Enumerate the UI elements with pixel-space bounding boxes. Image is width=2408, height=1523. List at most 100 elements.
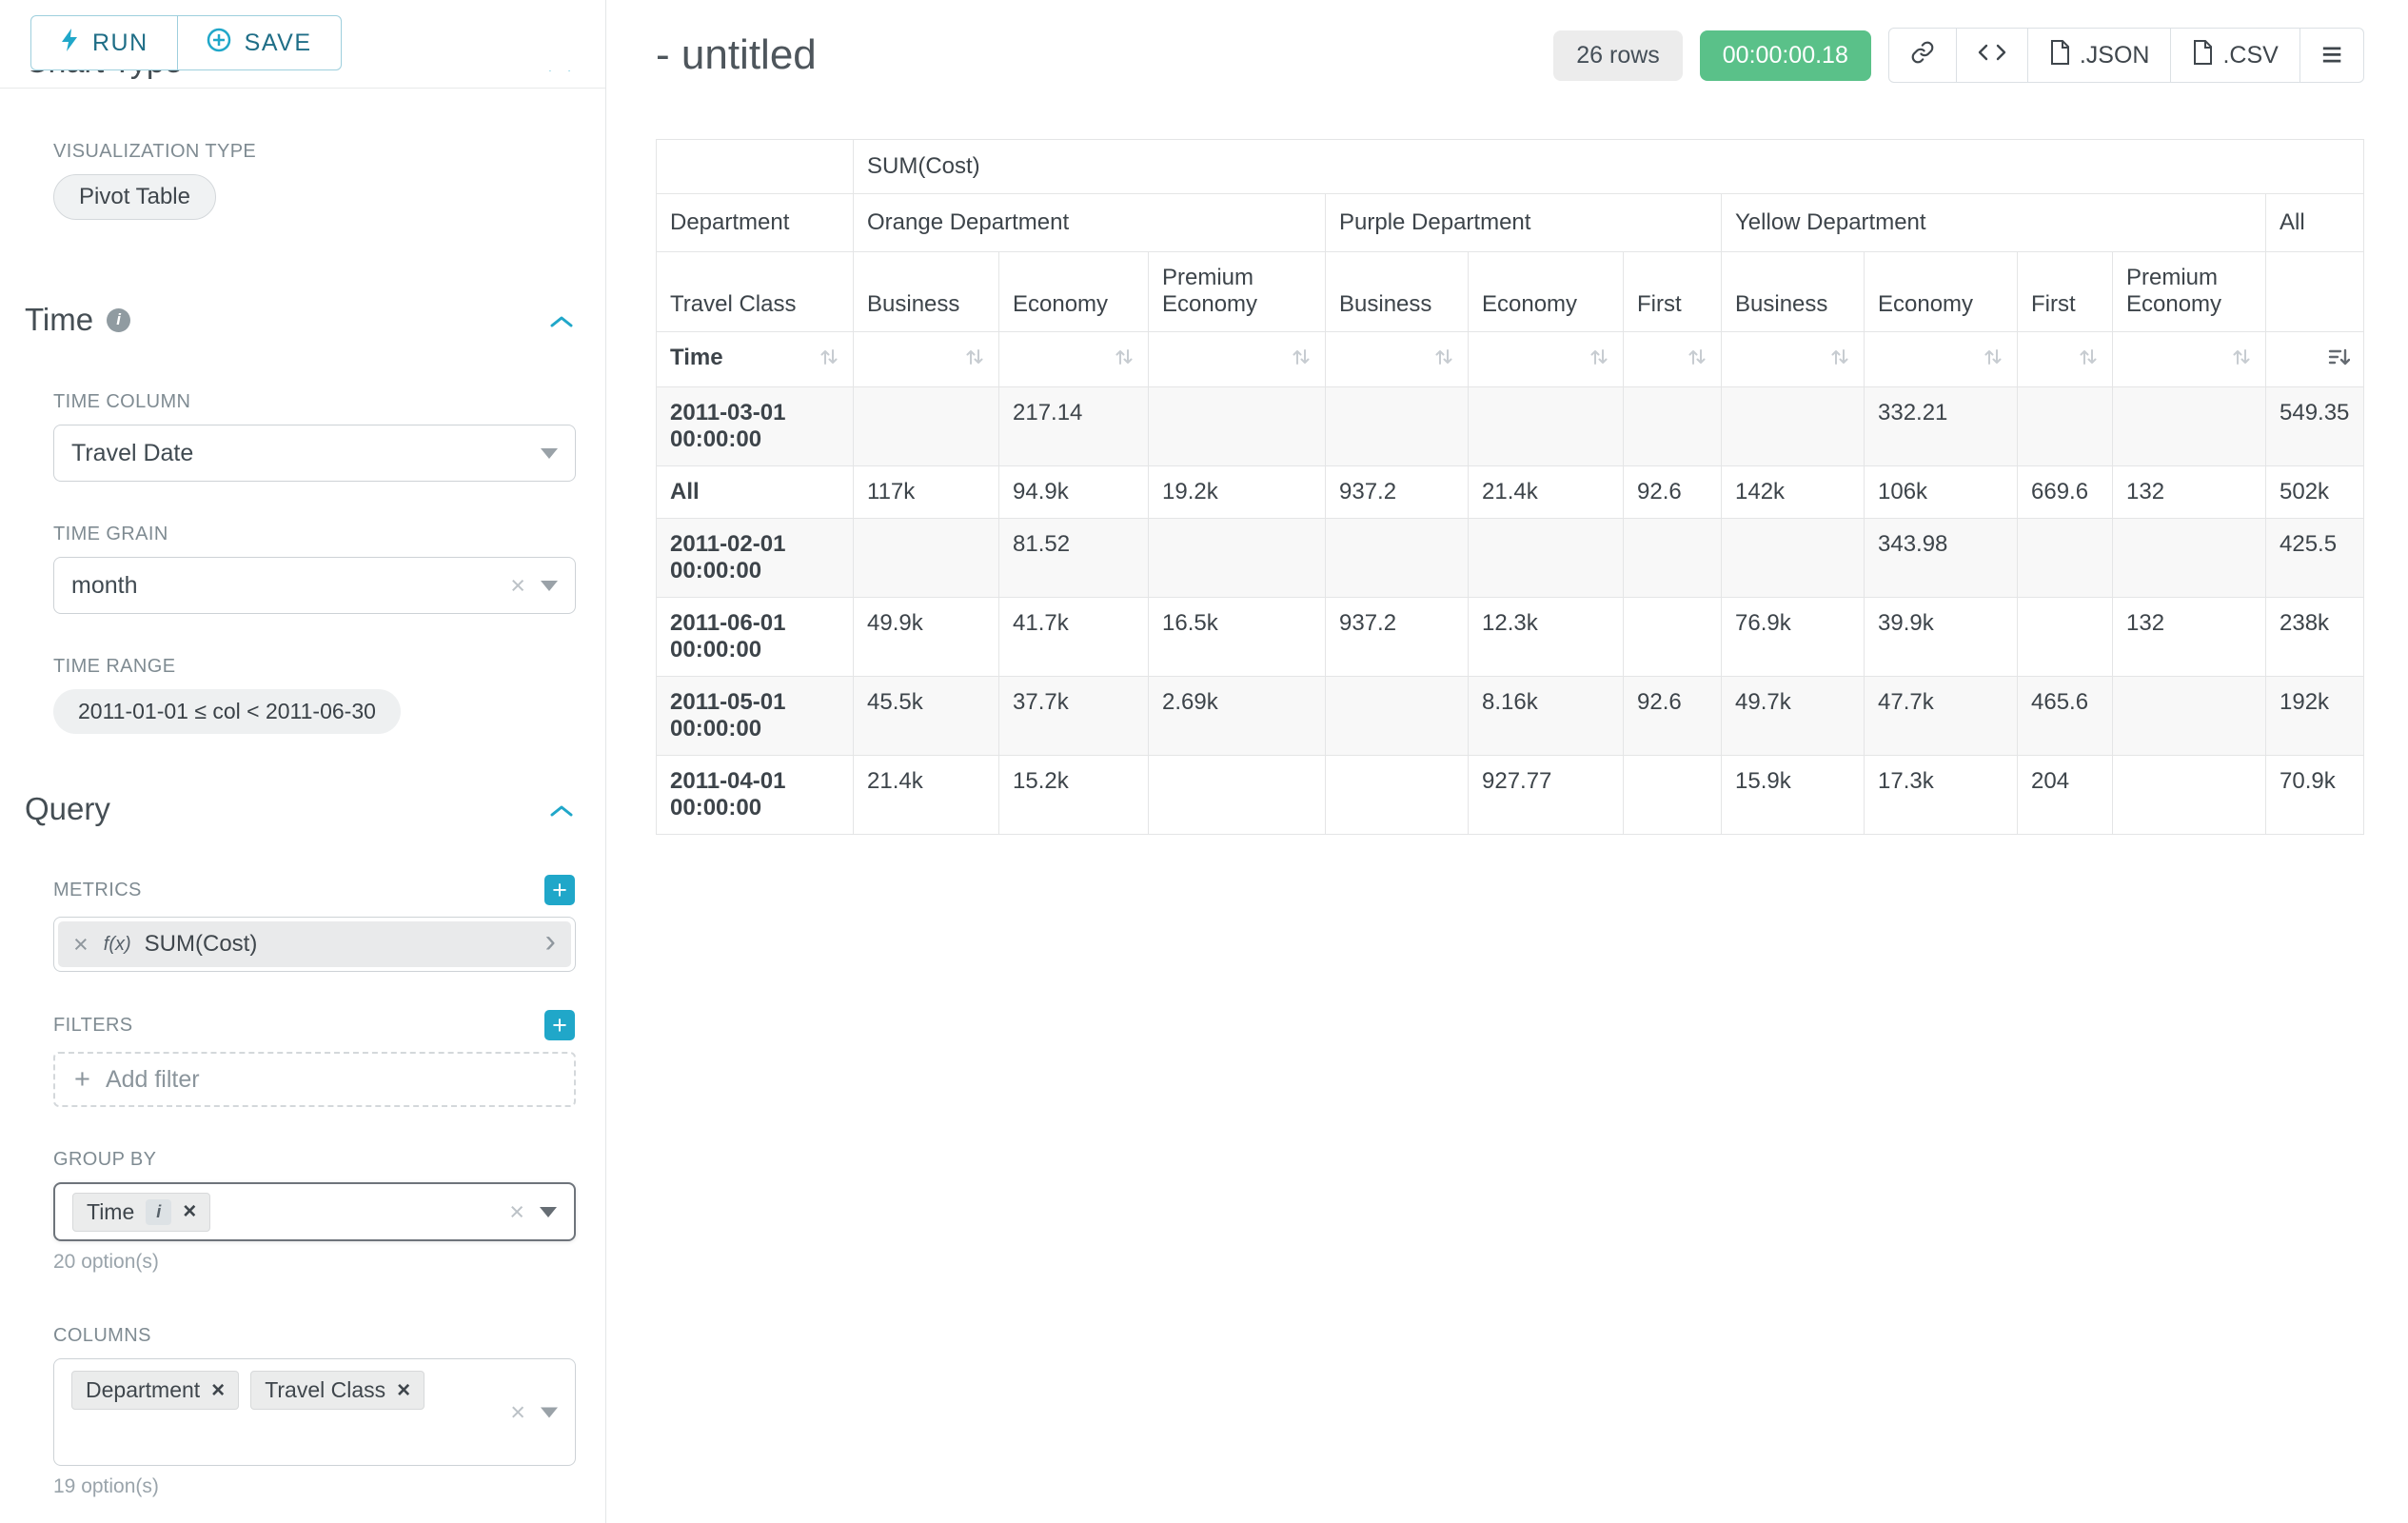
sort-icon[interactable]: [2078, 346, 2099, 374]
caret-down-icon: [541, 1407, 558, 1417]
cell: [1469, 387, 1624, 466]
sort-desc-icon[interactable]: [2327, 346, 2350, 374]
chevron-right-icon[interactable]: ›: [545, 925, 556, 958]
columns-select[interactable]: Department × Travel Class × ×: [53, 1358, 576, 1466]
sort-icon[interactable]: [1983, 346, 2003, 374]
sort-icon[interactable]: [819, 346, 839, 374]
row-label: All: [657, 466, 854, 519]
chip-travel-class[interactable]: Travel Class ×: [250, 1371, 424, 1410]
rows-count-badge: 26 rows: [1553, 30, 1683, 81]
clear-icon[interactable]: ×: [510, 1399, 525, 1425]
sort-header[interactable]: [1149, 332, 1326, 387]
link-icon: [1910, 40, 1935, 71]
sort-header[interactable]: [999, 332, 1149, 387]
sort-header[interactable]: [2266, 332, 2364, 387]
time-column-label: TIME COLUMN: [53, 391, 575, 413]
info-icon[interactable]: i: [107, 308, 130, 332]
time-grain-select[interactable]: month ×: [53, 557, 576, 614]
row-label: 2011-03-01 00:00:00: [657, 387, 854, 466]
sort-icon[interactable]: [1291, 346, 1312, 374]
cell: 132: [2113, 598, 2266, 677]
cell: 106k: [1865, 466, 2018, 519]
chip-time[interactable]: Timei×: [72, 1193, 210, 1232]
chevron-up-icon[interactable]: [548, 791, 575, 827]
cell: [1326, 519, 1469, 598]
menu-icon: ≡: [2321, 37, 2342, 73]
sort-icon[interactable]: [1589, 346, 1609, 374]
cell: 15.9k: [1722, 756, 1865, 835]
cell: 204: [2018, 756, 2113, 835]
remove-icon[interactable]: ×: [211, 1379, 225, 1402]
cell: 17.3k: [1865, 756, 2018, 835]
chevron-up-icon[interactable]: [548, 302, 575, 338]
travel-class-column-header: Economy: [1469, 252, 1624, 332]
column-group-header: Orange Department: [854, 194, 1326, 252]
file-icon: [2192, 40, 2213, 71]
sort-icon[interactable]: [964, 346, 985, 374]
view-query-button[interactable]: [1957, 28, 2028, 83]
add-filter-box[interactable]: + Add filter: [53, 1052, 576, 1107]
sort-icon[interactable]: [1114, 346, 1135, 374]
sort-icon[interactable]: [2231, 346, 2252, 374]
cell: 21.4k: [1469, 466, 1624, 519]
save-button[interactable]: SAVE: [178, 15, 342, 70]
chip-label: Department: [86, 1377, 200, 1403]
sort-header[interactable]: [1326, 332, 1469, 387]
sort-header[interactable]: [1722, 332, 1865, 387]
cell: [854, 519, 999, 598]
cell: [1326, 677, 1469, 756]
cell: [1722, 387, 1865, 466]
cell: 502k: [2266, 466, 2364, 519]
add-filter-text: Add filter: [106, 1066, 200, 1094]
sort-icon[interactable]: [1829, 346, 1850, 374]
run-button[interactable]: RUN: [30, 15, 178, 70]
time-range-label: TIME RANGE: [53, 656, 575, 678]
page-title: - untitled: [656, 31, 817, 79]
metric-pill[interactable]: × f(x) SUM(Cost) ›: [58, 921, 571, 967]
sidebar: Chart Type RUN SAVE: [0, 0, 606, 1523]
groupby-select[interactable]: Timei× ×: [53, 1182, 576, 1241]
chip-department[interactable]: Department ×: [71, 1371, 239, 1410]
chip-label: Travel Class: [265, 1377, 385, 1403]
cell: 45.5k: [854, 677, 999, 756]
export-toolbar: .JSON .CSV ≡: [1888, 28, 2364, 83]
cell: 117k: [854, 466, 999, 519]
sort-header[interactable]: [1624, 332, 1722, 387]
time-sort-header[interactable]: Time: [657, 332, 854, 387]
sort-header[interactable]: [854, 332, 999, 387]
csv-label: .CSV: [2222, 42, 2278, 69]
travel-class-column-header: Business: [1326, 252, 1469, 332]
sort-icon[interactable]: [1687, 346, 1707, 374]
remove-icon[interactable]: ×: [397, 1379, 410, 1402]
cell: [1149, 387, 1326, 466]
add-filter-button[interactable]: +: [544, 1010, 575, 1040]
add-metric-button[interactable]: +: [544, 875, 575, 905]
cell: [1326, 756, 1469, 835]
columns-label: COLUMNS: [53, 1325, 575, 1347]
remove-metric-icon[interactable]: ×: [73, 932, 89, 958]
sort-icon[interactable]: [1433, 346, 1454, 374]
result-area: SUM(Cost)DepartmentOrange DepartmentPurp…: [656, 139, 2364, 835]
table-row: All117k94.9k19.2k937.221.4k92.6142k106k6…: [657, 466, 2364, 519]
sort-header[interactable]: [2113, 332, 2266, 387]
clear-icon[interactable]: ×: [509, 1199, 524, 1225]
cell: 937.2: [1326, 598, 1469, 677]
download-csv-button[interactable]: .CSV: [2171, 28, 2299, 83]
time-column-select[interactable]: Travel Date: [53, 425, 576, 482]
table-row: 2011-06-01 00:00:0049.9k41.7k16.5k937.21…: [657, 598, 2364, 677]
column-group-header: Purple Department: [1326, 194, 1722, 252]
menu-button[interactable]: ≡: [2300, 28, 2364, 83]
download-json-button[interactable]: .JSON: [2028, 28, 2172, 83]
clear-icon[interactable]: ×: [510, 573, 525, 599]
sort-header[interactable]: [1865, 332, 2018, 387]
sort-header[interactable]: [2018, 332, 2113, 387]
cell: [1624, 756, 1722, 835]
copy-link-button[interactable]: [1888, 28, 1957, 83]
cell: [1624, 598, 1722, 677]
time-range-pill[interactable]: 2011-01-01 ≤ col < 2011-06-30: [53, 689, 401, 734]
cell: [1722, 519, 1865, 598]
cell: 92.6: [1624, 466, 1722, 519]
remove-icon[interactable]: ×: [183, 1200, 196, 1223]
sort-header[interactable]: [1469, 332, 1624, 387]
viz-type-pill[interactable]: Pivot Table: [53, 174, 216, 220]
